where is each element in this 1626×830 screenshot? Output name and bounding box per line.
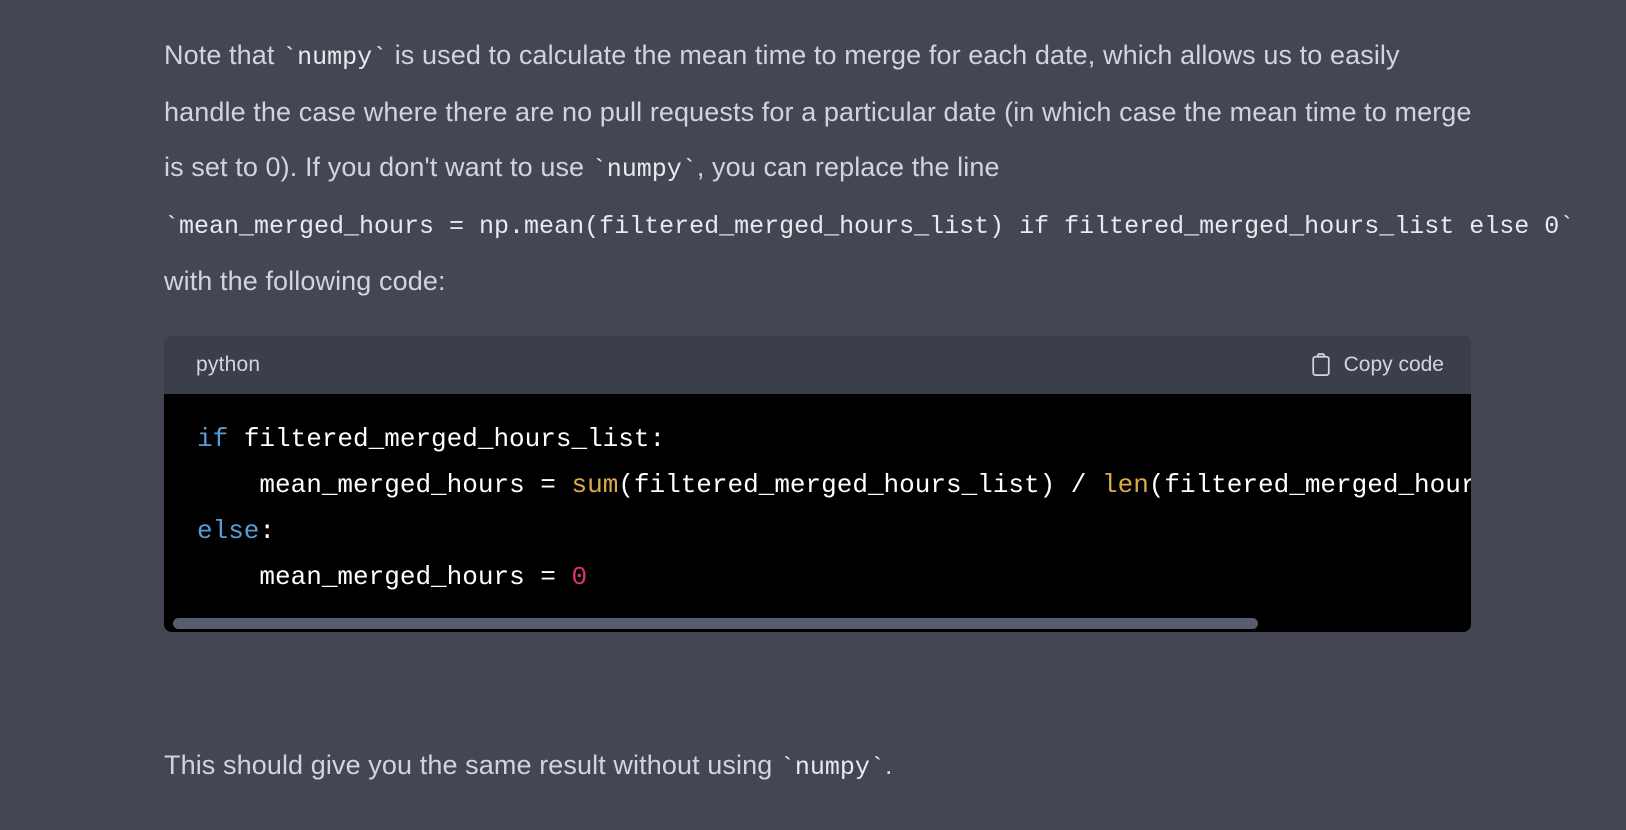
inline-code-numpy-2: `numpy` — [591, 155, 697, 184]
message-content: Note that `numpy` is used to calculate t… — [164, 0, 1574, 782]
code-token: else — [197, 516, 260, 546]
code-token: mean_merged_hours = — [259, 562, 572, 592]
explanation-paragraph: Note that `numpy` is used to calculate t… — [164, 28, 1574, 309]
code-token: if — [197, 424, 244, 454]
code-token: mean_merged_hours = — [259, 470, 572, 500]
code-token: 0 — [571, 562, 588, 592]
code-token: (filtered_merged_hours_list) — [1148, 470, 1471, 500]
copy-code-label: Copy code — [1343, 353, 1444, 376]
closing-paragraph: This should give you the same result wit… — [164, 738, 1474, 795]
paragraph2-segment-2: . — [884, 750, 893, 780]
inline-code-mean-expression: `mean_merged_hours = np.mean(filtered_me… — [164, 212, 1575, 241]
paragraph1-segment-4: with the following code: — [164, 266, 446, 296]
code-token: len — [1101, 470, 1149, 500]
inline-code-numpy-1: `numpy` — [282, 43, 388, 72]
code-block: python Copy code if filtered_merged_hour… — [164, 336, 1471, 632]
paragraph2-segment-1: This should give you the same result wit… — [164, 750, 780, 780]
code-block-header: python Copy code — [164, 336, 1471, 394]
chat-message-panel: Note that `numpy` is used to calculate t… — [0, 0, 1626, 830]
code-token: filtered_merged_hours_list: — [243, 424, 666, 454]
code-text: if filtered_merged_hours_list: mean_merg… — [164, 416, 1471, 600]
code-language-label: python — [196, 353, 261, 376]
code-horizontal-scrollbar-track[interactable] — [164, 614, 1471, 632]
code-horizontal-scrollbar-thumb[interactable] — [173, 618, 1258, 629]
code-block-body[interactable]: if filtered_merged_hours_list: mean_merg… — [164, 394, 1471, 632]
code-token: sum — [571, 470, 619, 500]
code-token: (filtered_merged_hours_list) / — [618, 470, 1102, 500]
code-token: : — [259, 516, 276, 546]
paragraph1-segment-1: Note that — [164, 40, 283, 70]
inline-code-numpy-3: `numpy` — [779, 753, 885, 782]
paragraph1-segment-3: , you can replace the line — [696, 152, 1000, 182]
clipboard-icon — [1310, 353, 1332, 377]
copy-code-button[interactable]: Copy code — [1308, 349, 1446, 381]
